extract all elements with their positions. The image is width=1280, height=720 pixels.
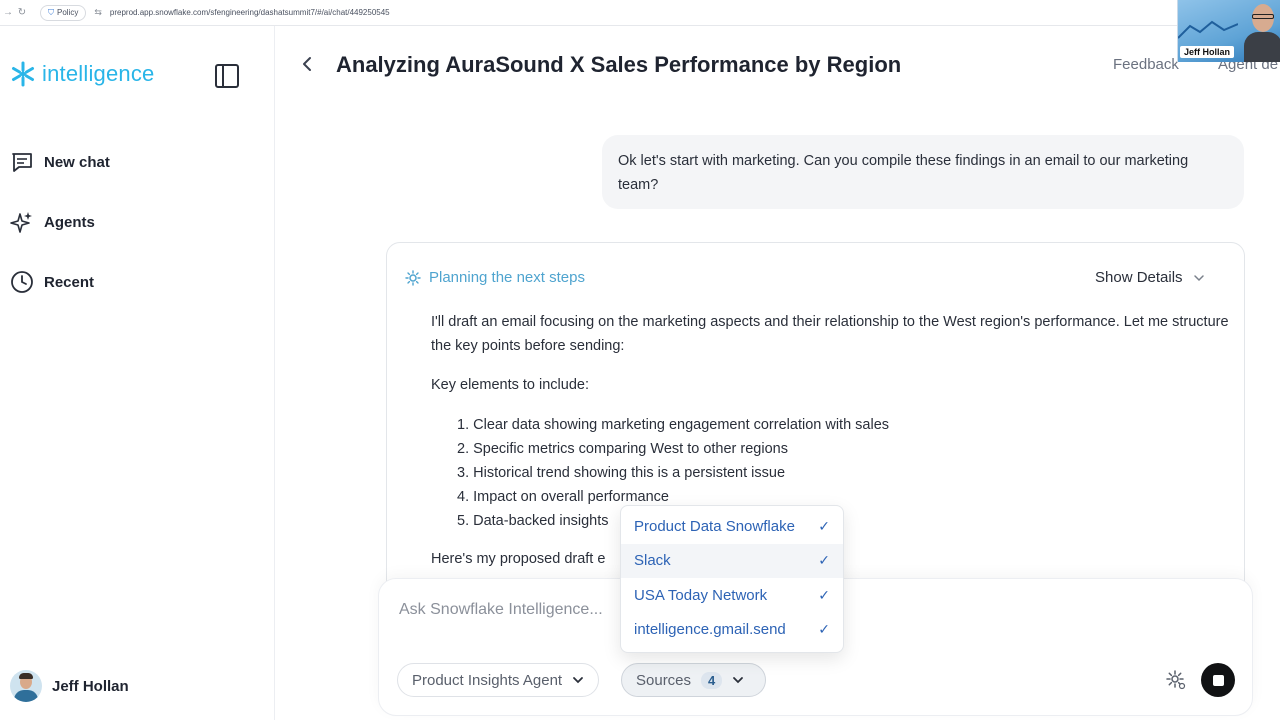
agent-selector-label: Product Insights Agent [412, 671, 563, 689]
policy-chip[interactable]: ⛉ Policy [40, 4, 87, 21]
sidebar-item-agents[interactable]: Agents [10, 210, 95, 234]
feedback-link[interactable]: Feedback [1113, 56, 1179, 73]
back-button[interactable] [300, 54, 320, 76]
sidebar-item-label: Recent [44, 273, 95, 291]
list-item: 3. Historical trend showing this is a pe… [457, 465, 786, 481]
check-icon: ✓ [818, 552, 830, 569]
snowflake-icon [12, 61, 34, 87]
sidebar-item-recent[interactable]: Recent [10, 270, 94, 294]
sources-button[interactable]: Sources 4 [621, 663, 766, 697]
user-profile[interactable]: Jeff Hollan [10, 670, 129, 702]
sidebar-item-label: Agents [44, 213, 95, 231]
browser-bar: → ↻ ⛉ Policy ⇆ preprod.app.snowflake.com… [0, 0, 1280, 26]
forward-icon[interactable]: → [2, 7, 14, 18]
logo[interactable]: intelligence [10, 61, 154, 87]
reload-icon[interactable]: ↻ [16, 7, 28, 18]
source-option-label: Product Data Snowflake [634, 517, 795, 535]
video-background-chart [1178, 20, 1238, 39]
check-icon: ✓ [818, 517, 830, 534]
video-name-label: Jeff Hollan [1180, 46, 1235, 58]
list-item: 2. Specific metrics comparing West to ot… [457, 441, 788, 457]
stop-button[interactable] [1201, 663, 1235, 697]
avatar [10, 670, 42, 702]
show-details-label: Show Details [1095, 269, 1183, 286]
source-option-slack[interactable]: Slack ✓ [621, 543, 843, 578]
stop-icon [1212, 674, 1224, 686]
new-chat-icon [12, 153, 32, 172]
site-settings-icon[interactable]: ⇆ [94, 7, 102, 18]
sidebar-item-new-chat[interactable]: New chat [10, 150, 110, 174]
check-icon: ✓ [818, 621, 830, 638]
source-option-gmail-send[interactable]: intelligence.gmail.send ✓ [621, 613, 843, 648]
sparkle-icon [10, 212, 32, 233]
chevron-down-icon [573, 677, 584, 684]
sources-label: Sources [636, 671, 692, 689]
user-message: Ok let's start with marketing. Can you c… [602, 135, 1244, 209]
chevron-left-icon [303, 57, 311, 71]
clock-icon [11, 271, 33, 293]
source-option-label: USA Today Network [634, 586, 768, 604]
check-icon: ✓ [818, 586, 830, 603]
sources-count-badge: 4 [701, 671, 723, 689]
list-item: 1. Clear data showing marketing engageme… [457, 417, 890, 433]
settings-gear-icon[interactable] [1165, 669, 1187, 691]
planning-status: Planning the next steps [405, 269, 585, 286]
source-option-usa-today-network[interactable]: USA Today Network ✓ [621, 578, 843, 613]
sidebar-toggle-icon[interactable] [214, 63, 240, 89]
brand-name: intelligence [42, 61, 155, 86]
chevron-down-icon [733, 677, 744, 684]
address-bar[interactable]: preprod.app.snowflake.com/sfengineering/… [110, 8, 390, 17]
show-details-toggle[interactable]: Show Details [1095, 269, 1205, 286]
sources-dropdown: Product Data Snowflake ✓ Slack ✓ USA Tod… [620, 505, 844, 653]
agent-selector[interactable]: Product Insights Agent [397, 663, 600, 697]
source-option-product-data-snowflake[interactable]: Product Data Snowflake ✓ [621, 509, 843, 544]
loading-sun-icon [405, 269, 421, 286]
response-intro: I'll draft an email focusing on the mark… [431, 314, 1229, 354]
policy-label: Policy [57, 8, 79, 17]
planning-label: Planning the next steps [429, 269, 585, 286]
chevron-down-icon [1193, 274, 1204, 281]
key-elements-label: Key elements to include: [431, 377, 589, 393]
video-overlay: Jeff Hollan [1177, 0, 1280, 62]
sidebar-item-label: New chat [44, 153, 110, 171]
sidebar: intelligence New chat Agents Recent Jeff… [0, 26, 275, 720]
page-title: Analyzing AuraSound X Sales Performance … [336, 52, 902, 77]
source-option-label: intelligence.gmail.send [634, 621, 786, 639]
video-person [1244, 2, 1280, 62]
source-option-label: Slack [634, 552, 671, 570]
user-name: Jeff Hollan [52, 677, 129, 695]
shield-icon: ⛉ [48, 7, 54, 17]
